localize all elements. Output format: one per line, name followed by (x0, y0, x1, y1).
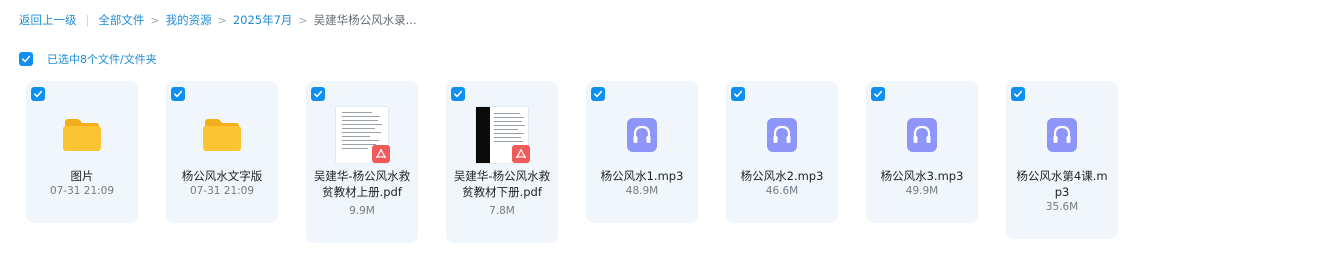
check-icon (34, 90, 43, 98)
file-card-audio[interactable]: 杨公风水1.mp3 48.9M (586, 81, 698, 223)
breadcrumb-arrow: > (150, 13, 160, 27)
check-icon (594, 90, 603, 98)
folder-icon (52, 105, 112, 165)
selection-count-label: 已选中8个文件/文件夹 (47, 52, 157, 66)
breadcrumb-item-all-files[interactable]: 全部文件 (98, 12, 144, 28)
breadcrumb-item-month[interactable]: 2025年7月 (233, 12, 293, 28)
file-checkbox[interactable] (171, 87, 185, 101)
file-meta: 35.6M (1045, 201, 1079, 213)
file-name: 吴建华-杨公风水救贫教材上册.pdf (313, 169, 411, 199)
check-icon (1014, 90, 1023, 98)
file-meta: 48.9M (625, 185, 659, 197)
audio-headphones-icon (752, 105, 812, 165)
file-name: 杨公风水3.mp3 (880, 169, 964, 183)
file-checkbox[interactable] (591, 87, 605, 101)
file-card-audio[interactable]: 杨公风水3.mp3 49.9M (866, 81, 978, 223)
breadcrumb-arrow: > (217, 13, 227, 27)
breadcrumb-arrow: > (298, 13, 308, 27)
breadcrumb-item-current: 吴建华杨公风水录... (313, 13, 417, 27)
folder-icon (192, 105, 252, 165)
pdf-badge-icon (512, 145, 530, 163)
file-card-pdf[interactable]: 吴建华-杨公风水救贫教材上册.pdf 9.9M (306, 81, 418, 243)
audio-headphones-icon (1032, 105, 1092, 165)
file-meta: 49.9M (905, 185, 939, 197)
check-icon (314, 90, 323, 98)
file-card-pdf[interactable]: 吴建华-杨公风水救贫教材下册.pdf 7.8M (446, 81, 558, 243)
file-meta: 07-31 21:09 (189, 185, 255, 197)
audio-headphones-icon (612, 105, 672, 165)
file-checkbox[interactable] (311, 87, 325, 101)
select-all-row: 已选中8个文件/文件夹 (19, 51, 157, 66)
file-browser: 返回上一级 | 全部文件 > 我的资源 > 2025年7月 > 吴建华杨公风水录… (0, 0, 1343, 264)
file-name: 杨公风水1.mp3 (600, 169, 684, 183)
file-checkbox[interactable] (871, 87, 885, 101)
file-meta: 9.9M (349, 205, 375, 217)
breadcrumb-item-my-resources[interactable]: 我的资源 (166, 12, 212, 28)
check-icon (174, 90, 183, 98)
back-link[interactable]: 返回上一级 (19, 12, 77, 28)
breadcrumb: 返回上一级 | 全部文件 > 我的资源 > 2025年7月 > 吴建华杨公风水录… (19, 12, 417, 28)
select-all-checkbox[interactable] (19, 51, 33, 66)
file-name: 杨公风水2.mp3 (740, 169, 824, 183)
check-icon (22, 55, 31, 62)
file-card-audio[interactable]: 杨公风水2.mp3 46.6M (726, 81, 838, 223)
file-checkbox[interactable] (1011, 87, 1025, 101)
file-name: 杨公风水第4课.mp3 (1016, 169, 1108, 199)
file-meta: 07-31 21:09 (49, 185, 115, 197)
audio-headphones-icon (892, 105, 952, 165)
file-card-folder[interactable]: 图片 07-31 21:09 (26, 81, 138, 223)
file-meta: 46.6M (765, 185, 799, 197)
pdf-thumbnail-icon (332, 105, 392, 165)
file-name: 吴建华-杨公风水救贫教材下册.pdf (453, 169, 551, 199)
breadcrumb-separator: | (85, 13, 90, 27)
file-card-audio[interactable]: 杨公风水第4课.mp3 35.6M (1006, 81, 1118, 239)
file-name: 图片 (70, 169, 94, 183)
file-meta: 7.8M (489, 205, 515, 217)
file-checkbox[interactable] (731, 87, 745, 101)
check-icon (454, 90, 463, 98)
check-icon (874, 90, 883, 98)
file-card-folder[interactable]: 杨公风水文字版 07-31 21:09 (166, 81, 278, 223)
pdf-badge-icon (372, 145, 390, 163)
file-checkbox[interactable] (31, 87, 45, 101)
file-checkbox[interactable] (451, 87, 465, 101)
file-name: 杨公风水文字版 (181, 169, 263, 183)
pdf-thumbnail-icon (472, 105, 532, 165)
check-icon (734, 90, 743, 98)
